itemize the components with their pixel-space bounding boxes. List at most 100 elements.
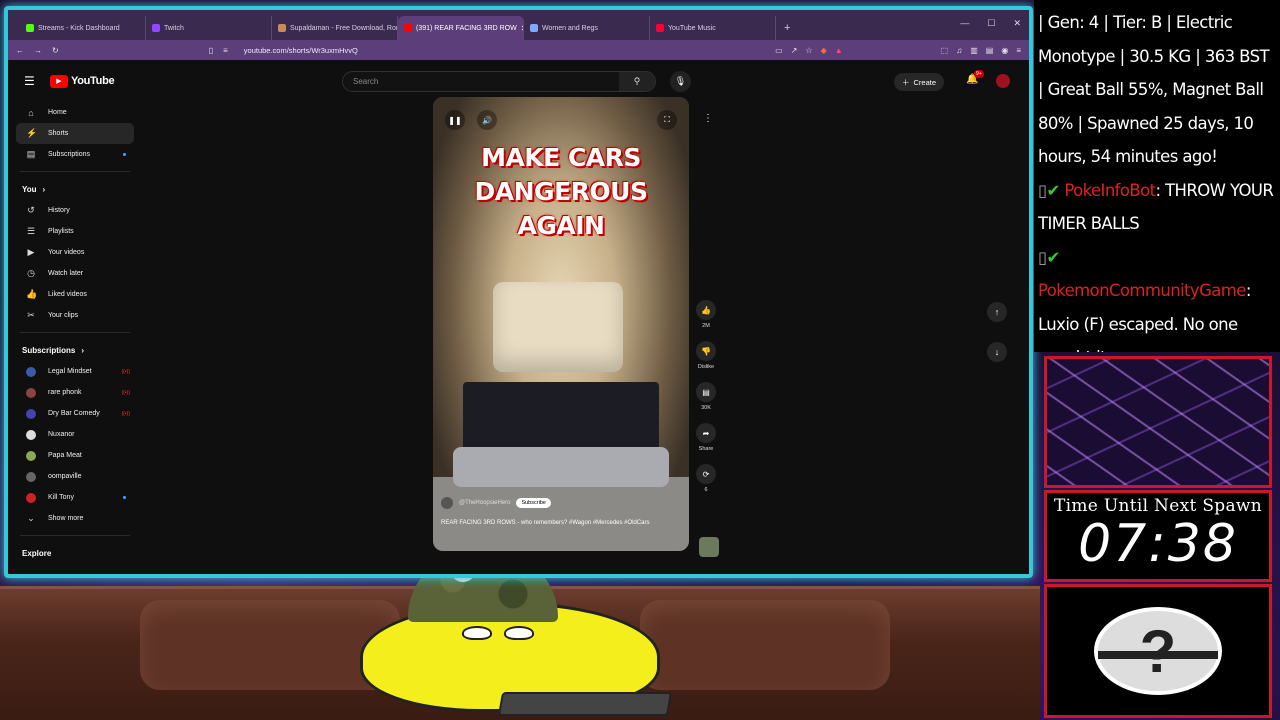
sidebar-item[interactable]: Nuxanor [16, 424, 134, 445]
sound-thumbnail[interactable] [699, 537, 719, 557]
video-description[interactable]: REAR FACING 3RD ROWS - who remembers? #W… [441, 519, 671, 528]
sidebar-item-label: Papa Meat [48, 452, 82, 459]
close-window-icon[interactable]: ✕ [1013, 18, 1021, 29]
url-field[interactable]: youtube.com/shorts/Wr3uxmHvvQ [244, 46, 358, 55]
sidebar-item[interactable]: Kill Tony [16, 487, 134, 508]
menu-icon[interactable]: ≡ [1016, 46, 1021, 55]
you-label: You [22, 184, 37, 194]
hamburger-icon[interactable]: ☰ [24, 74, 38, 88]
channel-avatar[interactable] [441, 497, 453, 509]
wallet-icon[interactable]: ▤ [986, 46, 994, 55]
sidebar-item-label: Your clips [48, 312, 79, 319]
media-icon[interactable]: ♫ [956, 46, 962, 55]
previous-short-button[interactable]: ↑ [987, 302, 1007, 322]
chat-username[interactable]: PokeInfoBot [1064, 181, 1156, 200]
verified-badge-icon: ✔ [1046, 180, 1060, 200]
show-more-button[interactable]: ⌄ Show more [16, 508, 134, 529]
sidebar-item[interactable]: ◷ Watch later [16, 263, 134, 284]
browser-tab[interactable]: YouTube Music [650, 16, 776, 40]
tab-label: Streams - Kick Dashboard [38, 24, 120, 32]
divider [20, 535, 130, 536]
mic-icon[interactable]: 🎙 [670, 71, 691, 92]
more-options-icon[interactable]: ⋮ [703, 113, 713, 124]
volume-icon[interactable]: 🔊 [477, 110, 497, 130]
pause-icon[interactable]: ❚❚ [445, 110, 465, 130]
sidebar-item[interactable]: ⌂ Home [16, 102, 134, 123]
minimize-icon[interactable]: — [960, 18, 969, 29]
search-input[interactable]: Search ⚲ [342, 71, 656, 92]
verified-badge-icon: ✔ [1046, 247, 1060, 267]
sidebar-item[interactable]: oompaville [16, 466, 134, 487]
fullscreen-icon[interactable]: ⛶ [657, 110, 677, 130]
new-tab-button[interactable]: + [784, 22, 790, 34]
action-icon: 👍 [701, 305, 711, 315]
you-header[interactable]: You › [16, 178, 134, 200]
sidebar-item[interactable]: Dry Bar Comedy ((•)) [16, 403, 134, 424]
stream-chat: | Gen: 4 | Tier: B | Electric Monotype |… [1034, 0, 1280, 352]
arrow-up-icon: ↑ [994, 307, 1000, 317]
action-label: 30K [701, 405, 711, 411]
action-button[interactable]: 👎 [696, 341, 716, 361]
browser-tab[interactable]: Supaldaman - Free Download, Rom: [272, 16, 398, 40]
channel-name[interactable]: @TheHoopsieHero [459, 500, 510, 506]
address-bar: ← → ↻ ▯ ≡ youtube.com/shorts/Wr3uxmHvvQ … [8, 40, 1029, 60]
sidebar-item[interactable]: ▤ Subscriptions [16, 144, 134, 165]
sidebar-toggle-icon[interactable]: ▥ [970, 46, 978, 55]
sidebar-item[interactable]: 👍 Liked videos [16, 284, 134, 305]
maximize-icon[interactable]: ☐ [987, 18, 995, 29]
share-icon[interactable]: ↗ [791, 46, 798, 55]
sidebar-item-label: Watch later [48, 270, 84, 277]
sidebar-item[interactable]: rare phonk ((•)) [16, 382, 134, 403]
sidebar-item[interactable]: ☰ Playlists [16, 221, 134, 242]
caption-line-1: MAKE CARS [481, 143, 641, 172]
bookmark-icon[interactable]: ▯ [209, 46, 213, 55]
sidebar-item[interactable]: ⚡ Shorts [16, 123, 134, 144]
avatar-eye-left [462, 626, 492, 640]
lightning-panel [1044, 356, 1272, 488]
action-label: 2M [702, 323, 710, 329]
rewards-icon[interactable]: ▲ [835, 46, 843, 55]
sidebar-item[interactable]: ↺ History [16, 200, 134, 221]
youtube-logo[interactable]: ▶ YouTube [50, 74, 115, 88]
logo-text: YouTube [71, 75, 115, 87]
sidebar-item[interactable]: Legal Mindset ((•)) [16, 361, 134, 382]
sidebar-item[interactable]: ▶ Your videos [16, 242, 134, 263]
reload-icon[interactable]: ↻ [52, 46, 59, 55]
subscribe-button[interactable]: Subscribe [516, 498, 551, 508]
short-video[interactable]: MAKE CARS DANGEROUS AGAIN ❚❚ 🔊 ⛶ @TheHoo… [433, 97, 689, 551]
couch-cushion-right [640, 600, 890, 690]
cast-icon[interactable]: ▭ [775, 46, 783, 55]
sidebar-item-label: Shorts [48, 130, 69, 137]
vpn-icon[interactable]: ◉ [1001, 46, 1008, 55]
create-button[interactable]: ＋ Create [894, 73, 945, 91]
browser-tab[interactable]: (391) REAR FACING 3RD ROW✕ [398, 16, 524, 40]
brave-shield-icon[interactable]: ◆ [821, 46, 827, 55]
chat-username[interactable]: PokemonCommunityGame [1038, 281, 1246, 300]
sidebar-icon: ◷ [27, 268, 35, 278]
account-avatar[interactable] [996, 74, 1010, 88]
extension-icon[interactable]: ⬚ [941, 46, 949, 55]
youtube-page: ☰ ▶ YouTube Search ⚲ 🎙 ＋ Create 🔔 9+ ⌂ Hom… [8, 60, 1029, 574]
back-icon[interactable]: ← [16, 46, 24, 55]
site-info-icon[interactable]: ≡ [223, 46, 228, 55]
action-button[interactable]: ➦ [696, 423, 716, 443]
browser-tab[interactable]: Streams - Kick Dashboard [20, 16, 146, 40]
next-short-button[interactable]: ↓ [987, 342, 1007, 362]
action-button[interactable]: ▤ [696, 382, 716, 402]
forward-icon[interactable]: → [34, 46, 42, 55]
sidebar-item-label: Dry Bar Comedy [48, 410, 100, 417]
browser-tab[interactable]: Women and Regs [524, 16, 650, 40]
star-icon[interactable]: ☆ [805, 46, 812, 55]
sidebar-item-label: Kill Tony [48, 494, 74, 501]
search-button[interactable]: ⚲ [619, 72, 655, 91]
action-button[interactable]: 👍 [696, 300, 716, 320]
subscriptions-header[interactable]: Subscriptions › [16, 339, 134, 361]
mystery-glyph: ? [1139, 617, 1177, 685]
action-button[interactable]: ⟳ [696, 464, 716, 484]
new-content-dot [123, 496, 126, 499]
sidebar-icon: ✂ [27, 310, 35, 320]
sidebar-item[interactable]: ✂ Your clips [16, 305, 134, 326]
sidebar-item[interactable]: Papa Meat [16, 445, 134, 466]
browser-tab[interactable]: Twitch [146, 16, 272, 40]
timer-value: 07:38 [1078, 514, 1238, 574]
